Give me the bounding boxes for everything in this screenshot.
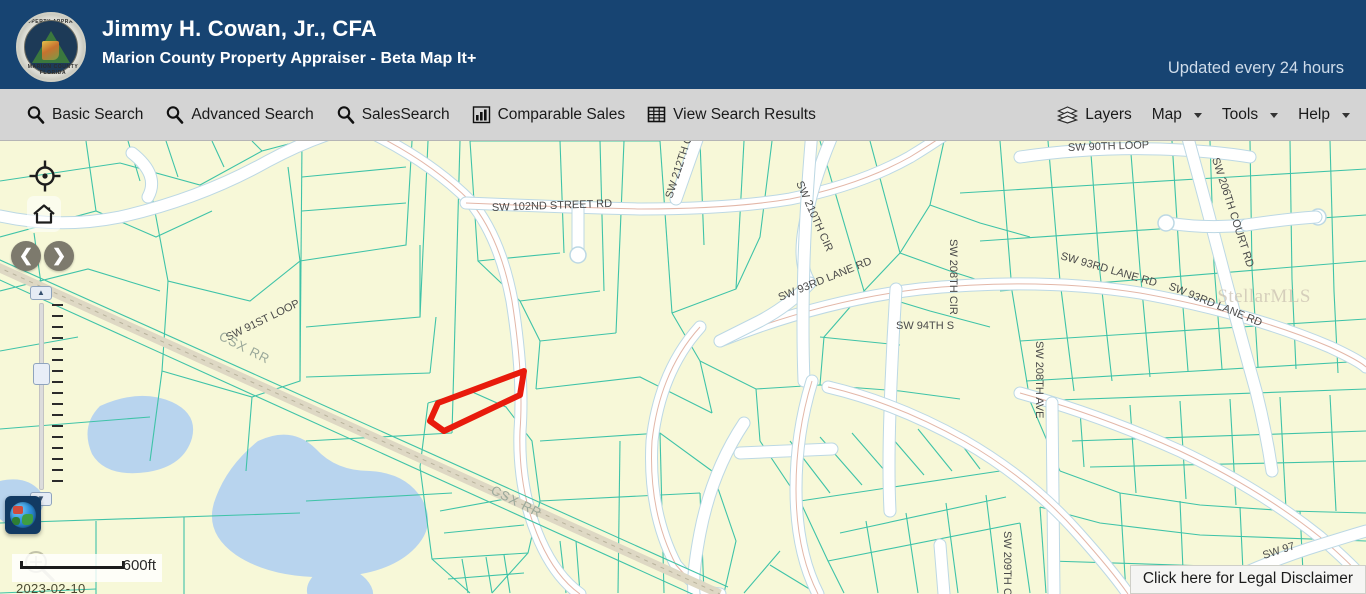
home-extent-button[interactable] — [27, 196, 61, 232]
comparable-sales-label: Comparable Sales — [497, 105, 626, 123]
home-icon — [33, 204, 55, 224]
county-seal-logo: PROPERTY APPRAISER MARION COUNTY FLORIDA — [16, 12, 86, 82]
legal-disclaimer-link[interactable]: Click here for Legal Disclaimer — [1129, 565, 1366, 594]
map-menu[interactable]: Map — [1152, 105, 1202, 125]
imagery-date-label: 2023-02-10 — [16, 581, 86, 594]
help-menu-label: Help — [1298, 105, 1330, 123]
advanced-search-label: Advanced Search — [191, 105, 314, 123]
header-titles: Jimmy H. Cowan, Jr., CFA Marion County P… — [102, 14, 476, 71]
svg-text:SW 94TH S: SW 94TH S — [896, 320, 954, 332]
toolbar-left-group: Basic Search Advanced Search SalesSearch — [0, 105, 816, 125]
layers-label: Layers — [1085, 105, 1132, 123]
layers-button[interactable]: Layers — [1057, 105, 1132, 125]
zoom-in-button[interactable]: ▲ — [30, 286, 52, 300]
view-search-results-button[interactable]: View Search Results — [647, 105, 816, 125]
search-icon — [26, 105, 45, 124]
tools-menu[interactable]: Tools — [1221, 105, 1279, 125]
basic-search-label: Basic Search — [52, 105, 144, 123]
map-menu-label: Map — [1151, 105, 1182, 123]
tools-menu-label: Tools — [1221, 105, 1259, 123]
chevron-down-icon — [1270, 113, 1279, 118]
scale-bar-label: 600ft — [122, 557, 156, 574]
map-it-application: PROPERTY APPRAISER MARION COUNTY FLORIDA… — [0, 0, 1366, 594]
toolbar-right-group: Layers Map Tools Help — [1057, 105, 1350, 125]
view-search-results-label: View Search Results — [673, 105, 816, 123]
zoom-slider-rail[interactable] — [39, 303, 44, 490]
locate-crosshair-icon — [29, 160, 61, 192]
scale-bar: 600ft — [12, 554, 162, 582]
grid-table-icon — [647, 105, 666, 124]
zoom-slider[interactable]: ▲ ▼ — [30, 286, 64, 506]
basic-search-button[interactable]: Basic Search — [26, 105, 143, 125]
search-icon — [165, 105, 184, 124]
zoom-slider-thumb[interactable] — [33, 363, 50, 385]
updated-note: Updated every 24 hours — [1167, 59, 1344, 77]
search-icon — [336, 105, 355, 124]
bar-chart-icon — [472, 105, 491, 124]
svg-text:SW 208TH AVE: SW 208TH AVE — [1033, 341, 1045, 418]
scale-bar-line — [20, 561, 125, 569]
seal-florida-shape — [42, 41, 59, 60]
seal-bottom-text: MARION COUNTY FLORIDA — [27, 64, 79, 76]
help-menu[interactable]: Help — [1298, 105, 1350, 125]
comparable-sales-button[interactable]: Comparable Sales — [472, 105, 626, 125]
chevron-down-icon — [1193, 113, 1202, 118]
svg-text:SW 209TH CT: SW 209TH CT — [1001, 531, 1013, 594]
svg-text:SW 208TH CIR: SW 208TH CIR — [947, 239, 959, 315]
locate-button[interactable] — [27, 158, 63, 194]
globe-basemap-icon — [10, 502, 36, 528]
page-header: PROPERTY APPRAISER MARION COUNTY FLORIDA… — [0, 0, 1366, 89]
sales-search-button[interactable]: SalesSearch — [336, 105, 450, 125]
sales-search-label: SalesSearch — [361, 105, 450, 123]
map-canvas[interactable]: .pl { fill:none; stroke:#3fc3a8; stroke-… — [0, 141, 1366, 594]
map-vector-layer: .pl { fill:none; stroke:#3fc3a8; stroke-… — [0, 141, 1366, 594]
advanced-search-button[interactable]: Advanced Search — [165, 105, 314, 125]
main-toolbar: Basic Search Advanced Search SalesSearch — [0, 89, 1366, 141]
previous-extent-button[interactable]: ❮ — [11, 241, 41, 271]
zoom-slider-ticks — [52, 304, 66, 489]
chevron-down-icon — [1342, 113, 1350, 118]
basemap-switcher-button[interactable] — [5, 496, 41, 534]
layers-icon — [1057, 105, 1079, 124]
next-extent-button[interactable]: ❯ — [44, 241, 74, 271]
page-title: Marion County Property Appraiser - Beta … — [102, 50, 477, 67]
appraiser-name: Jimmy H. Cowan, Jr., CFA — [102, 16, 377, 41]
